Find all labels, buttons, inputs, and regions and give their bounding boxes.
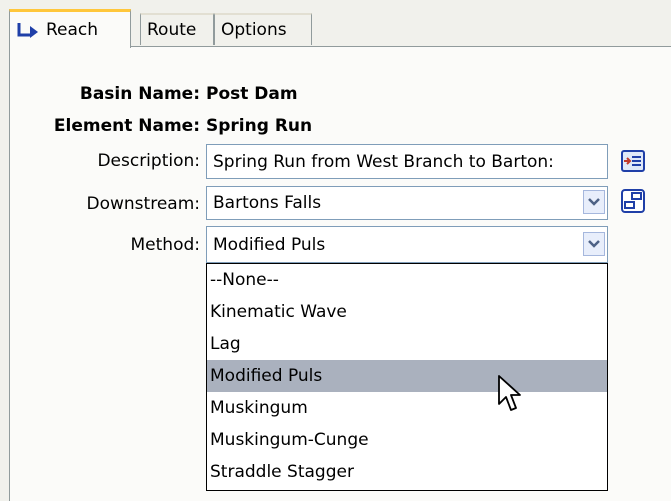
tab-route[interactable]: Route [140, 13, 214, 45]
list-item[interactable]: Muskingum-Cunge [207, 424, 607, 456]
downstream-select[interactable]: Bartons Falls [206, 186, 608, 220]
method-options-list: --None-- Kinematic Wave Lag Modified Pul… [206, 263, 608, 491]
downstream-dropdown-button[interactable] [583, 190, 605, 214]
chevron-down-icon [588, 240, 600, 248]
tab-reach[interactable]: Reach [9, 9, 131, 48]
list-item[interactable]: Muskingum [207, 392, 607, 424]
reach-icon [17, 23, 38, 38]
element-name-label: Element Name: [53, 116, 200, 136]
mouse-cursor-icon [498, 375, 521, 411]
description-field[interactable]: Spring Run from West Branch to Barton: [206, 144, 608, 179]
tab-route-label: Route [147, 20, 197, 40]
tab-options[interactable]: Options [214, 13, 312, 45]
downstream-label: Downstream: [86, 194, 200, 214]
basin-name-label: Basin Name: [79, 84, 200, 104]
method-select[interactable]: Modified Puls [206, 226, 608, 263]
method-label: Method: [130, 235, 201, 255]
list-item[interactable]: Straddle Stagger [207, 456, 607, 488]
description-label: Description: [97, 151, 200, 171]
tab-reach-label: Reach [46, 20, 99, 40]
list-item[interactable]: Lag [207, 328, 607, 360]
list-item[interactable]: Kinematic Wave [207, 296, 607, 328]
method-value: Modified Puls [213, 234, 326, 255]
method-dropdown-button[interactable] [583, 232, 605, 256]
list-item-selected[interactable]: Modified Puls [207, 360, 607, 392]
downstream-select-icon[interactable] [620, 188, 646, 214]
tab-options-label: Options [221, 20, 287, 40]
description-value: Spring Run from West Branch to Barton: [213, 151, 554, 172]
element-name-value: Spring Run [206, 116, 313, 136]
downstream-value: Bartons Falls [213, 193, 322, 213]
chevron-down-icon [588, 198, 600, 206]
basin-name-value: Post Dam [206, 84, 298, 104]
list-item[interactable]: --None-- [207, 264, 607, 296]
description-editor-icon[interactable] [620, 148, 646, 174]
